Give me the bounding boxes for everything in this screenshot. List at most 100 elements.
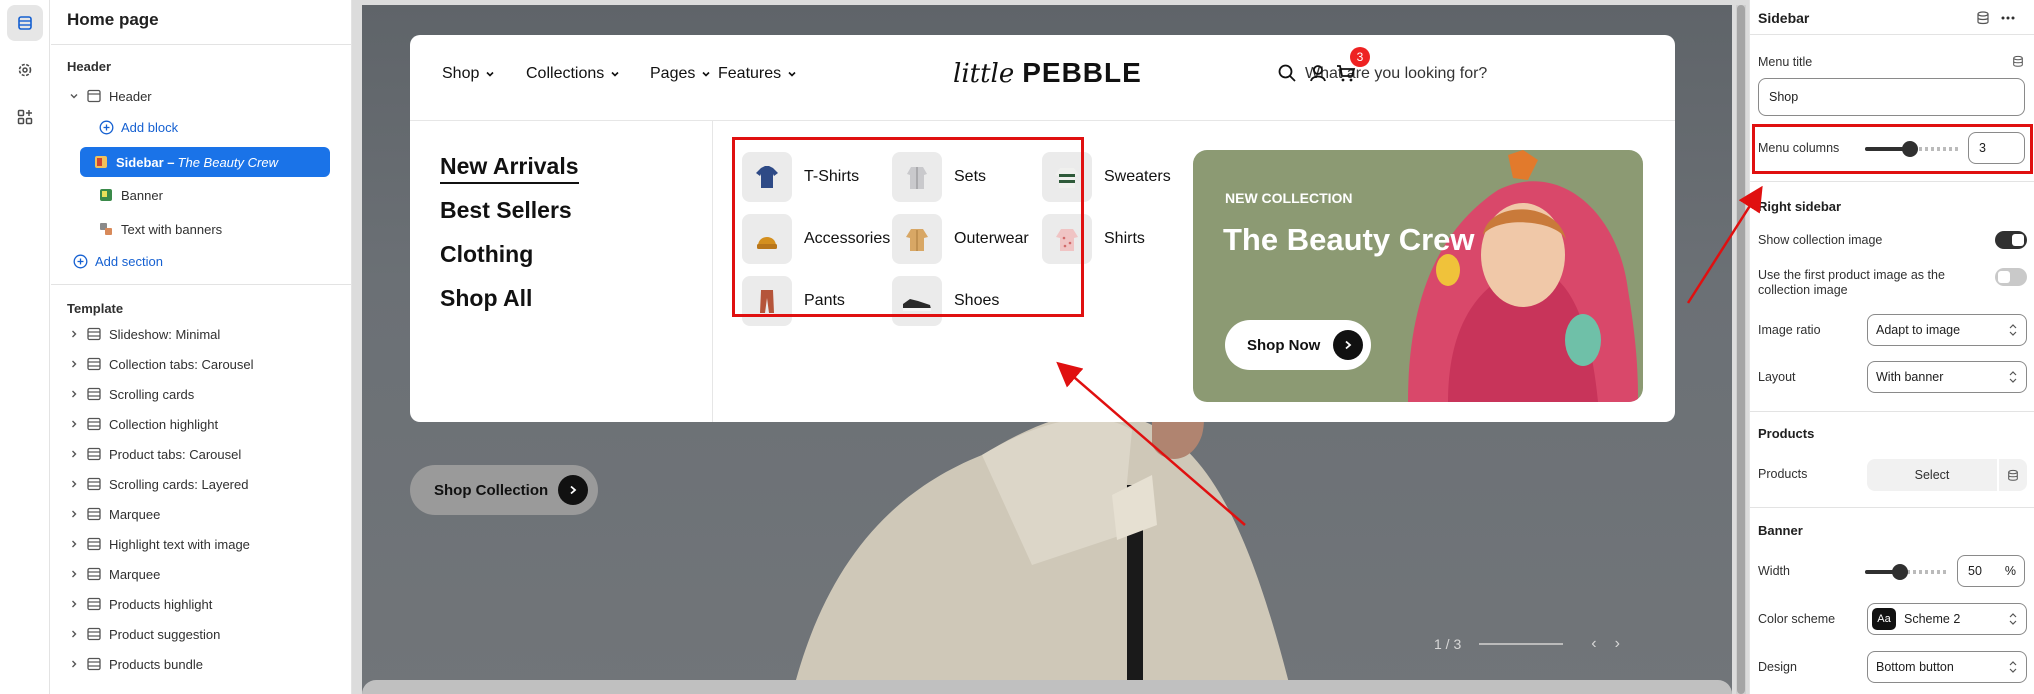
cart-icon[interactable] bbox=[1336, 63, 1356, 83]
menu-link-best-sellers[interactable]: Best Sellers bbox=[440, 197, 572, 224]
menu-column-divider bbox=[712, 121, 713, 422]
tree-item-text-with-banners[interactable]: Text with banners bbox=[93, 215, 333, 243]
template-item[interactable]: Product suggestion bbox=[67, 620, 337, 648]
section-icon bbox=[85, 385, 103, 403]
products-label: Products bbox=[1758, 467, 1808, 481]
chevron-right-icon[interactable] bbox=[67, 659, 81, 669]
show-collection-image-label: Show collection image bbox=[1758, 233, 1883, 247]
section-icon bbox=[85, 535, 103, 553]
tree-item-label-em: The Beauty Crew bbox=[177, 154, 278, 170]
design-select[interactable]: Bottom button bbox=[1867, 651, 2027, 683]
nav-features[interactable]: Features bbox=[718, 65, 797, 83]
shop-now-button[interactable]: Shop Now bbox=[1225, 320, 1371, 370]
chevron-right-icon[interactable] bbox=[67, 509, 81, 519]
section-icon bbox=[85, 505, 103, 523]
chevron-right-icon[interactable] bbox=[67, 449, 81, 459]
chevron-down-icon bbox=[611, 71, 619, 77]
more-icon[interactable] bbox=[2000, 11, 2016, 25]
template-item[interactable]: Products highlight bbox=[67, 590, 337, 618]
menu-link-shop-all[interactable]: Shop All bbox=[440, 285, 532, 312]
add-block-button[interactable]: Add block bbox=[93, 113, 333, 141]
tree-item-label: Sidebar – bbox=[116, 154, 175, 170]
divider bbox=[51, 284, 351, 285]
width-slider[interactable] bbox=[1892, 564, 1908, 580]
image-ratio-label: Image ratio bbox=[1758, 323, 1821, 337]
banner-heading: Banner bbox=[1758, 523, 1803, 538]
template-item[interactable]: Product tabs: Carousel bbox=[67, 440, 337, 468]
color-scheme-select[interactable]: Aa Scheme 2 bbox=[1867, 603, 2027, 635]
search-input[interactable]: What are you looking for? bbox=[1305, 65, 1487, 83]
search-icon[interactable] bbox=[1277, 63, 1297, 83]
dynamic-source-icon[interactable] bbox=[2012, 55, 2024, 68]
chevron-right-icon[interactable]: › bbox=[1615, 635, 1620, 653]
products-heading: Products bbox=[1758, 426, 1815, 441]
select-products-button[interactable]: Select bbox=[1867, 459, 1997, 491]
sections-icon[interactable] bbox=[7, 5, 43, 41]
color-scheme-chip: Aa bbox=[1872, 608, 1896, 630]
template-item[interactable]: Marquee bbox=[67, 560, 337, 588]
chevron-right-icon[interactable] bbox=[67, 479, 81, 489]
chevron-right-icon[interactable] bbox=[67, 629, 81, 639]
chevron-right-icon[interactable] bbox=[67, 569, 81, 579]
select-chevron-icon bbox=[2009, 661, 2017, 673]
tree-item-sidebar[interactable]: Sidebar – The Beauty Crew bbox=[80, 147, 330, 177]
template-item[interactable]: Collection highlight bbox=[67, 410, 337, 438]
collection-banner[interactable]: NEW COLLECTION The Beauty Crew Shop Now bbox=[1193, 150, 1643, 402]
apps-icon[interactable] bbox=[7, 99, 43, 135]
chevron-right-icon[interactable] bbox=[67, 599, 81, 609]
tree-item-label: Text with banners bbox=[121, 221, 223, 237]
shop-collection-button[interactable]: Shop Collection bbox=[410, 465, 598, 515]
tree-item-banner[interactable]: Banner bbox=[93, 181, 333, 209]
width-input[interactable]: 50% bbox=[1957, 555, 2025, 587]
scrollbar-thumb[interactable] bbox=[1737, 5, 1745, 694]
highlight-box bbox=[1752, 124, 2033, 174]
nav-shop[interactable]: Shop bbox=[442, 65, 495, 83]
preview-scrollbar[interactable] bbox=[1736, 5, 1746, 694]
template-item[interactable]: Slideshow: Minimal bbox=[67, 320, 337, 348]
section-icon bbox=[85, 87, 103, 105]
settings-panel: Sidebar Menu title Shop Menu columns 3 R… bbox=[1749, 0, 2034, 694]
chevron-down-icon[interactable] bbox=[67, 91, 81, 101]
use-first-product-toggle[interactable] bbox=[1995, 268, 2027, 286]
select-chevron-icon bbox=[2009, 324, 2017, 336]
menu-link-clothing[interactable]: Clothing bbox=[440, 241, 533, 268]
template-item[interactable]: Scrolling cards bbox=[67, 380, 337, 408]
database-icon[interactable] bbox=[1976, 11, 1990, 25]
store-logo[interactable]: little PEBBLE bbox=[953, 57, 1142, 89]
template-item-label: Marquee bbox=[109, 506, 161, 522]
chevron-right-icon[interactable] bbox=[67, 419, 81, 429]
template-item[interactable]: Highlight text with image bbox=[67, 530, 337, 558]
tree-item-header[interactable]: Header bbox=[67, 82, 337, 110]
chevron-right-icon[interactable] bbox=[67, 359, 81, 369]
menu-link-new-arrivals[interactable]: New Arrivals bbox=[440, 153, 579, 184]
chevron-left-icon[interactable]: ‹ bbox=[1591, 635, 1596, 653]
database-icon[interactable] bbox=[1999, 459, 2027, 491]
chevron-right-icon[interactable] bbox=[67, 329, 81, 339]
slideshow-pager: 1 / 3 ‹ › bbox=[1434, 635, 1620, 653]
template-item[interactable]: Marquee bbox=[67, 500, 337, 528]
slide-counter: 1 / 3 bbox=[1434, 636, 1462, 652]
template-item-label: Highlight text with image bbox=[109, 536, 250, 552]
add-section-button[interactable]: Add section bbox=[67, 247, 337, 275]
chevron-right-icon[interactable] bbox=[67, 389, 81, 399]
layout-select[interactable]: With banner bbox=[1867, 361, 2027, 393]
show-collection-image-toggle[interactable] bbox=[1995, 231, 2027, 249]
menu-title-input[interactable]: Shop bbox=[1758, 78, 2025, 116]
template-item[interactable]: Scrolling cards: Layered bbox=[67, 470, 337, 498]
gear-icon[interactable] bbox=[7, 52, 43, 88]
width-label: Width bbox=[1758, 564, 1790, 578]
account-icon[interactable] bbox=[1308, 63, 1328, 83]
section-icon bbox=[85, 475, 103, 493]
shop-now-label: Shop Now bbox=[1247, 336, 1321, 354]
chevron-right-icon[interactable] bbox=[67, 539, 81, 549]
banner-icon bbox=[97, 186, 115, 204]
template-item[interactable]: Products bundle bbox=[67, 650, 337, 678]
section-icon bbox=[85, 565, 103, 583]
image-ratio-select[interactable]: Adapt to image bbox=[1867, 314, 2027, 346]
nav-pages[interactable]: Pages bbox=[650, 65, 711, 83]
nav-collections[interactable]: Collections bbox=[526, 65, 620, 83]
template-item-label: Collection highlight bbox=[109, 416, 219, 432]
template-item[interactable]: Collection tabs: Carousel bbox=[67, 350, 337, 378]
cart-count-badge: 3 bbox=[1350, 47, 1370, 67]
logo-wordmark: PEBBLE bbox=[1022, 57, 1142, 88]
